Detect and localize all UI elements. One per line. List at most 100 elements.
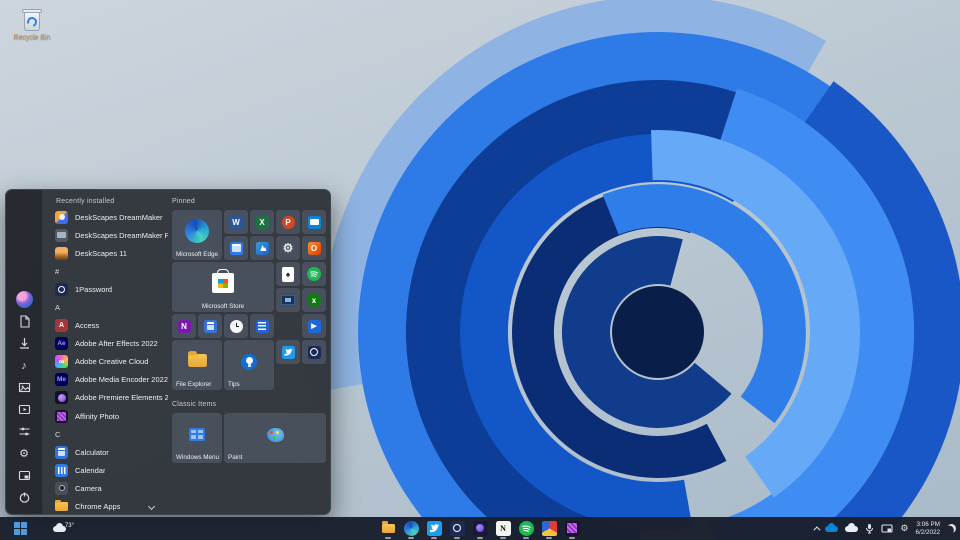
videos-icon[interactable] — [13, 402, 35, 417]
recycle-bin-label: Recycle Bin — [6, 34, 58, 41]
app-item-deskscapes-dreammaker-pro[interactable]: DeskScapes DreamMaker Pro — [44, 226, 168, 244]
focus-assist-moon-icon[interactable] — [947, 524, 956, 533]
onenote-icon: N — [178, 320, 191, 333]
tile-file-explorer[interactable]: File Explorer — [172, 340, 222, 390]
tile-paint[interactable]: Paint — [224, 413, 326, 463]
tile-office[interactable]: O — [302, 236, 326, 260]
pinned-grid: Microsoft Edge W X P ⚙ O Microsoft Store… — [168, 210, 330, 390]
tile-1password[interactable] — [302, 340, 326, 364]
taskbar-affinity-photo[interactable] — [565, 521, 580, 539]
onedrive-icon[interactable] — [825, 526, 838, 532]
taskbar: 73° N ⚙ 3:06 PM 6/2/2022 — [0, 517, 960, 540]
running-indicator — [385, 537, 391, 539]
taskbar-spotify[interactable] — [519, 521, 534, 539]
tile-calculator[interactable] — [198, 314, 222, 338]
deskscapes-dreammaker-icon — [55, 211, 68, 224]
pictures-icon[interactable] — [13, 380, 35, 395]
tile-movies-tv[interactable]: ▶ — [302, 314, 326, 338]
taskbar-1password[interactable] — [450, 521, 465, 539]
taskbar-twitter[interactable] — [427, 521, 442, 539]
cloud-icon[interactable] — [845, 526, 858, 532]
spotify-taskbar-icon — [519, 521, 534, 536]
taskbar-object-desktop[interactable] — [542, 521, 557, 539]
file-explorer-taskbar-icon — [381, 521, 396, 536]
tile-app-window[interactable] — [276, 288, 300, 312]
tile-settings[interactable]: ⚙ — [276, 236, 300, 260]
power-button[interactable] — [13, 490, 35, 505]
app-item-calculator[interactable]: Calculator — [44, 443, 168, 461]
excel-icon: X — [256, 216, 269, 229]
tile-solitaire[interactable]: ♠ — [276, 262, 300, 286]
clock-date: 6/2/2022 — [915, 529, 940, 537]
microphone-icon[interactable] — [865, 523, 874, 534]
tips-lightbulb-icon — [241, 354, 257, 370]
app-item-affinity-photo[interactable]: Affinity Photo — [44, 407, 168, 425]
app-item-premiere-elements[interactable]: Adobe Premiere Elements 2022 — [44, 389, 168, 407]
taskbar-clock[interactable]: 3:06 PM 6/2/2022 — [915, 521, 940, 536]
affinity-photo-icon — [55, 410, 68, 423]
taskbar-file-explorer[interactable] — [381, 521, 396, 539]
recycle-bin-shortcut[interactable]: Recycle Bin — [6, 6, 58, 41]
tile-photos[interactable] — [250, 236, 274, 260]
settings-gear-icon[interactable]: ⚙ — [13, 446, 35, 461]
camera-icon — [55, 482, 68, 495]
tile-calendar[interactable] — [224, 236, 248, 260]
running-indicator — [454, 537, 460, 539]
tile-xbox[interactable]: x — [302, 288, 326, 312]
after-effects-icon: Ae — [55, 337, 68, 350]
tile-microsoft-store[interactable]: Microsoft Store — [172, 262, 274, 312]
cube-taskbar-icon — [542, 521, 557, 536]
weather-temp: 73° — [65, 523, 74, 529]
tile-word[interactable]: W — [224, 210, 248, 234]
app-item-calendar[interactable]: Calendar — [44, 461, 168, 479]
edge-icon — [185, 219, 209, 243]
taskbar-edge[interactable] — [404, 521, 419, 539]
app-item-after-effects[interactable]: AeAdobe After Effects 2022 — [44, 335, 168, 353]
edge-taskbar-icon — [404, 521, 419, 536]
tile-microsoft-edge[interactable]: Microsoft Edge — [172, 210, 222, 260]
app-item-creative-cloud[interactable]: ∞Adobe Creative Cloud — [44, 353, 168, 371]
letter-divider-c[interactable]: C — [44, 425, 168, 443]
tile-onenote[interactable]: N — [172, 314, 196, 338]
app-item-camera[interactable]: Camera — [44, 479, 168, 497]
tile-excel[interactable]: X — [250, 210, 274, 234]
weather-widget[interactable]: 73° — [47, 524, 72, 534]
tile-alarms-clock[interactable] — [224, 314, 248, 338]
app-item-media-encoder[interactable]: MeAdobe Media Encoder 2022 — [44, 371, 168, 389]
calendar-tile-icon — [230, 242, 243, 255]
windows-menu-icon — [189, 428, 205, 441]
twitter-icon — [282, 346, 295, 359]
tile-tips[interactable]: Tips — [224, 340, 274, 390]
app-item-access[interactable]: AAccess — [44, 317, 168, 335]
app-item-deskscapes-11[interactable]: DeskScapes 11 — [44, 244, 168, 262]
app-item-deskscapes-dreammaker[interactable]: DeskScapes DreamMaker — [44, 208, 168, 226]
desktop: Recycle Bin ♪ ⚙ Recently installed DeskS… — [0, 0, 960, 540]
tile-todo[interactable] — [250, 314, 274, 338]
user-avatar[interactable] — [13, 292, 35, 307]
tile-powerpoint[interactable]: P — [276, 210, 300, 234]
taskbar-deskscapes[interactable] — [473, 521, 488, 539]
letter-divider-a[interactable]: A — [44, 298, 168, 316]
start-button[interactable] — [8, 520, 33, 537]
downloads-icon[interactable] — [13, 336, 35, 351]
solitaire-icon: ♠ — [282, 267, 294, 282]
notion-taskbar-icon: N — [496, 521, 511, 536]
settings-tray-icon[interactable]: ⚙ — [900, 523, 908, 534]
tile-windows-menu[interactable]: Windows Menu — [172, 413, 222, 463]
taskbar-notion[interactable]: N — [496, 521, 511, 539]
letter-divider-hash[interactable]: # — [44, 262, 168, 280]
app-item-chrome-apps[interactable]: Chrome Apps — [44, 498, 168, 516]
filters-icon[interactable] — [13, 424, 35, 439]
display-icon[interactable] — [881, 524, 893, 534]
app-item-1password[interactable]: 1Password — [44, 280, 168, 298]
hidden-icons-chevron[interactable] — [813, 526, 818, 531]
music-icon[interactable]: ♪ — [13, 358, 35, 373]
clock-icon — [230, 320, 243, 333]
taskbar-left: 73° — [8, 517, 72, 540]
tile-mail[interactable] — [302, 210, 326, 234]
tile-spotify[interactable] — [302, 262, 326, 286]
window-icon[interactable] — [13, 468, 35, 483]
spotify-icon — [307, 267, 321, 281]
documents-icon[interactable] — [13, 314, 35, 329]
tile-twitter[interactable] — [276, 340, 300, 364]
